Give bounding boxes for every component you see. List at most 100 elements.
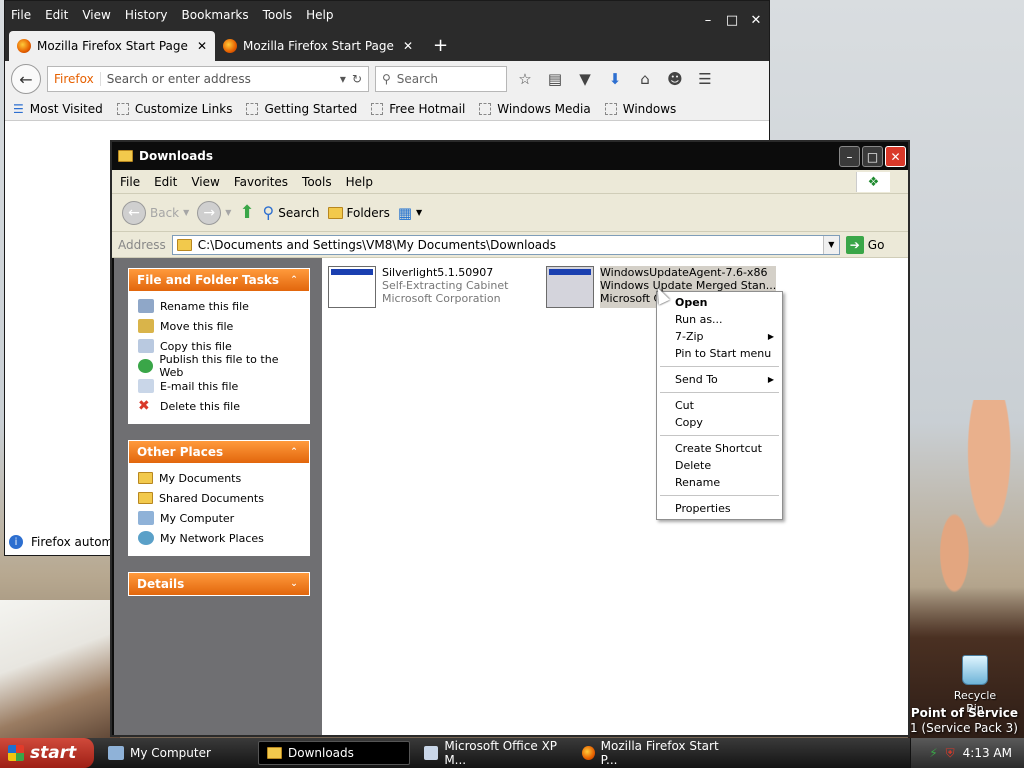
collapse-icon[interactable]: ⌃ [287, 445, 301, 459]
bookmark-customize-links[interactable]: Customize Links [116, 102, 232, 116]
place-shared-documents[interactable]: Shared Documents [138, 488, 300, 508]
search-input[interactable]: Search [397, 72, 438, 86]
menu-item-create-shortcut[interactable]: Create Shortcut [657, 440, 782, 457]
task-publish[interactable]: Publish this file to the Web [138, 353, 300, 379]
folders-button[interactable]: Folders [327, 206, 390, 220]
explorer-titlebar[interactable]: Downloads [112, 142, 908, 170]
task-email[interactable]: E-mail this file [138, 376, 300, 396]
menu-item-copy[interactable]: Copy [657, 414, 782, 431]
ff-menu-edit[interactable]: Edit [45, 8, 68, 22]
ex-menu-help[interactable]: Help [346, 175, 373, 189]
menu-item-run-as[interactable]: Run as... [657, 311, 782, 328]
ff-menu-bookmarks[interactable]: Bookmarks [182, 8, 249, 22]
details-header[interactable]: Details ⌄ [128, 572, 310, 596]
menu-item-open[interactable]: Open [657, 294, 782, 311]
submenu-arrow-icon: ▶ [767, 375, 774, 384]
go-button[interactable]: ➔ Go [845, 235, 884, 254]
back-icon[interactable]: ← [11, 64, 41, 94]
network-tray-icon[interactable]: ⚡ [929, 746, 937, 760]
maximize-icon[interactable]: □ [723, 11, 741, 29]
clock[interactable]: 4:13 AM [963, 746, 1012, 760]
task-delete[interactable]: ✖ Delete this file [138, 396, 300, 416]
taskbar-item-office-xp[interactable]: Microsoft Office XP M... [416, 739, 568, 767]
home-icon[interactable]: ⌂ [633, 67, 657, 91]
file-type: Self-Extracting Cabinet [382, 279, 509, 292]
ex-menu-tools[interactable]: Tools [302, 175, 332, 189]
menu-item-label: 7-Zip [675, 330, 704, 343]
bookmark-windows[interactable]: Windows [604, 102, 676, 116]
menu-item-cut[interactable]: Cut [657, 397, 782, 414]
address-label: Address [118, 237, 166, 252]
taskbar-item-my-computer[interactable]: My Computer [100, 741, 252, 765]
close-tab-icon[interactable]: ✕ [197, 39, 207, 53]
bookmark-most-visited[interactable]: ☰ Most Visited [13, 102, 103, 116]
minimize-icon[interactable]: – [839, 146, 860, 167]
taskbar-item-downloads[interactable]: Downloads [258, 741, 410, 765]
collapse-icon[interactable]: ⌃ [287, 273, 301, 287]
address-input[interactable]: C:\Documents and Settings\VM8\My Documen… [171, 234, 840, 255]
task-rename[interactable]: Rename this file [138, 296, 300, 316]
start-label: start [30, 743, 77, 763]
file-item[interactable]: Silverlight5.1.50907 Self-Extracting Cab… [328, 266, 508, 308]
downloads-icon[interactable]: ⬇ [603, 67, 627, 91]
ff-menu-tools[interactable]: Tools [263, 8, 293, 22]
close-icon[interactable]: ✕ [747, 11, 765, 29]
menu-item-7-zip[interactable]: 7-Zip ▶ [657, 328, 782, 345]
url-bar[interactable]: Firefox Search or enter address ▾ ↻ [47, 66, 369, 92]
place-my-computer[interactable]: My Computer [138, 508, 300, 528]
expand-icon[interactable]: ⌄ [287, 577, 301, 591]
tab-firefox-start-1[interactable]: Mozilla Firefox Start Page ✕ [9, 31, 215, 61]
up-folder-button[interactable]: ⬆ [239, 202, 254, 223]
menu-item-pin-to-start-menu[interactable]: Pin to Start menu [657, 345, 782, 362]
ff-menu-help[interactable]: Help [306, 8, 333, 22]
file-info: Silverlight5.1.50907 Self-Extracting Cab… [382, 266, 508, 308]
bookmark-windows-media[interactable]: Windows Media [479, 102, 591, 116]
search-button[interactable]: ⚲ Search [263, 203, 320, 222]
forward-button[interactable]: → ▼ [197, 200, 231, 225]
new-tab-icon[interactable]: + [421, 35, 460, 61]
menu-item-properties[interactable]: Properties [657, 500, 782, 517]
menu-item-label: Delete [675, 459, 712, 472]
ex-menu-view[interactable]: View [191, 175, 219, 189]
security-shield-icon[interactable]: ⛨ [946, 746, 955, 761]
tab-firefox-start-2[interactable]: Mozilla Firefox Start Page ✕ [215, 31, 421, 61]
bookmark-getting-started[interactable]: Getting Started [246, 102, 357, 116]
views-button[interactable]: ▦ ▼ [398, 204, 422, 222]
ff-menu-view[interactable]: View [82, 8, 110, 22]
url-input[interactable]: Search or enter address [107, 72, 334, 86]
close-tab-icon[interactable]: ✕ [403, 39, 413, 53]
menu-item-delete[interactable]: Delete [657, 457, 782, 474]
ex-menu-edit[interactable]: Edit [154, 175, 177, 189]
address-bar: Address C:\Documents and Settings\VM8\My… [112, 232, 908, 258]
start-button[interactable]: start [0, 738, 94, 768]
ex-menu-favorites[interactable]: Favorites [234, 175, 288, 189]
minimize-icon[interactable]: – [699, 11, 717, 29]
back-button[interactable]: ← Back ▼ [122, 200, 189, 225]
bookmark-star-icon[interactable]: ☆ [513, 67, 537, 91]
explorer-window: Downloads – □ ✕ File Edit View Favorites… [110, 140, 910, 737]
chevron-down-icon[interactable]: ▼ [822, 235, 839, 254]
maximize-icon[interactable]: □ [862, 146, 883, 167]
dropdown-icon[interactable]: ▾ [340, 72, 346, 86]
hello-icon[interactable]: ☻ [663, 67, 687, 91]
file-list: Silverlight5.1.50907 Self-Extracting Cab… [322, 258, 908, 735]
ff-menu-file[interactable]: File [11, 8, 31, 22]
place-my-network-places[interactable]: My Network Places [138, 528, 300, 548]
ex-menu-file[interactable]: File [120, 175, 140, 189]
pocket-icon[interactable]: ▼ [573, 67, 597, 91]
other-places-header[interactable]: Other Places ⌃ [128, 440, 310, 464]
ff-menu-history[interactable]: History [125, 8, 168, 22]
bookmarks-menu-icon[interactable]: ▤ [543, 67, 567, 91]
close-icon[interactable]: ✕ [885, 146, 906, 167]
hamburger-menu-icon[interactable]: ☰ [693, 67, 717, 91]
taskbar-item-firefox[interactable]: Mozilla Firefox Start P... [574, 739, 726, 767]
address-text: C:\Documents and Settings\VM8\My Documen… [197, 237, 557, 252]
file-folder-tasks-header[interactable]: File and Folder Tasks ⌃ [128, 268, 310, 292]
place-my-documents[interactable]: My Documents [138, 468, 300, 488]
search-bar[interactable]: ⚲ Search [375, 66, 507, 92]
task-move[interactable]: Move this file [138, 316, 300, 336]
bookmark-free-hotmail[interactable]: Free Hotmail [371, 102, 465, 116]
reload-icon[interactable]: ↻ [352, 72, 362, 86]
menu-item-rename[interactable]: Rename [657, 474, 782, 491]
menu-item-send-to[interactable]: Send To ▶ [657, 371, 782, 388]
